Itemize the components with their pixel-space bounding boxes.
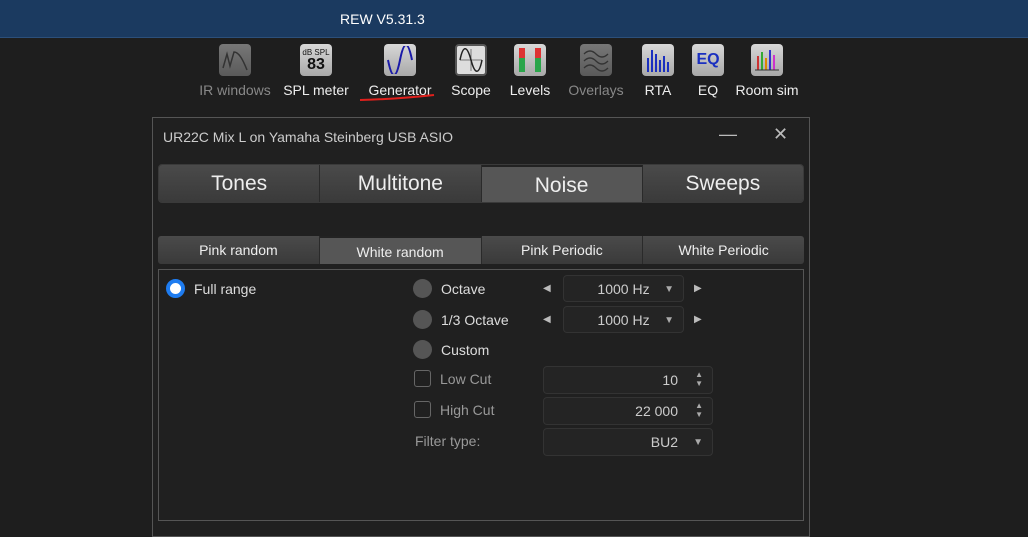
minimize-button[interactable]: — [719,124,737,145]
toolbar-label: IR windows [199,82,271,98]
third-octave-label: 1/3 Octave [441,311,509,328]
app-title: REW V5.31.3 [340,11,425,27]
chevron-down-icon: ▼ [693,437,703,448]
toolbar-room-sim[interactable]: Room sim [722,44,812,98]
red-annotation-underline [359,94,435,101]
third-octave-frequency-select[interactable]: 1000 Hz ▼ [563,306,684,333]
full-range-radio[interactable]: Full range [166,279,256,298]
chevron-down-icon: ▼ [664,284,674,295]
filter-type-select[interactable]: BU2 ▼ [543,428,713,456]
filter-type-label: Filter type: [415,433,481,449]
spinner-icon[interactable]: ▲ ▼ [695,401,703,419]
subtab-white-periodic[interactable]: White Periodic [643,236,804,264]
third-octave-prev-button[interactable]: ◀ [543,314,551,325]
eq-icon: EQ [692,44,724,76]
octave-next-button[interactable]: ▶ [694,283,702,294]
low-cut-label: Low Cut [440,370,492,387]
close-button[interactable]: ✕ [773,124,788,145]
checkbox-icon [414,401,431,418]
toolbar-label: Room sim [735,82,799,98]
generator-icon [384,44,416,76]
toolbar-label: SPL meter [283,82,349,98]
overlays-icon [580,44,612,76]
ir-windows-icon [219,44,251,76]
tab-noise[interactable]: Noise [481,165,643,202]
spl-icon-value: 83 [307,55,325,73]
chevron-down-icon: ▼ [664,315,674,326]
generator-dialog: UR22C Mix L on Yamaha Steinberg USB ASIO… [152,117,810,537]
levels-icon [514,44,546,76]
title-bar: REW V5.31.3 [0,0,1028,38]
full-range-label: Full range [194,280,257,297]
high-cut-label: High Cut [440,401,495,418]
high-cut-checkbox[interactable]: High Cut [414,401,494,418]
filter-type-value: BU2 [650,434,678,450]
octave-frequency-select[interactable]: 1000 Hz ▼ [563,275,684,302]
octave-label: Octave [441,280,486,297]
custom-radio[interactable]: Custom [413,340,489,359]
subtab-white-random[interactable]: White random [319,236,482,264]
third-octave-frequency-value: 1000 Hz [597,311,650,328]
tab-sweeps[interactable]: Sweeps [642,165,803,202]
noise-type-tabs: Pink random White random Pink Periodic W… [158,236,804,264]
scope-icon [455,44,487,76]
room-sim-icon [751,44,783,76]
spl-meter-icon: dB SPL 83 [300,44,332,76]
low-cut-input[interactable]: 10 ▲ ▼ [543,366,713,394]
checkbox-icon [414,370,431,387]
radio-selected-icon [166,279,185,298]
toolbar-spl-meter[interactable]: dB SPL 83 SPL meter [271,44,361,98]
tab-multitone[interactable]: Multitone [320,165,482,202]
third-octave-next-button[interactable]: ▶ [694,314,702,325]
noise-settings-panel: Full range Octave ◀ 1000 Hz ▼ ▶ 1/3 Octav… [158,269,804,521]
radio-icon [413,279,432,298]
radio-icon [413,340,432,359]
octave-radio[interactable]: Octave [413,279,485,298]
high-cut-input[interactable]: 22 000 ▲ ▼ [543,397,713,425]
dialog-title: UR22C Mix L on Yamaha Steinberg USB ASIO [163,129,453,145]
spinner-icon[interactable]: ▲ ▼ [695,370,703,388]
tab-tones[interactable]: Tones [159,165,321,202]
low-cut-checkbox[interactable]: Low Cut [414,370,491,387]
subtab-pink-random[interactable]: Pink random [158,236,320,264]
custom-label: Custom [441,341,490,358]
high-cut-value: 22 000 [635,403,678,419]
subtab-pink-periodic[interactable]: Pink Periodic [481,236,644,264]
third-octave-radio[interactable]: 1/3 Octave [413,310,509,329]
octave-prev-button[interactable]: ◀ [543,283,551,294]
radio-icon [413,310,432,329]
generator-tabs: Tones Multitone Noise Sweeps [158,164,804,203]
low-cut-value: 10 [662,372,678,388]
octave-frequency-value: 1000 Hz [597,280,650,297]
eq-icon-text: EQ [696,51,720,68]
toolbar-ir-windows[interactable]: IR windows [190,44,280,98]
